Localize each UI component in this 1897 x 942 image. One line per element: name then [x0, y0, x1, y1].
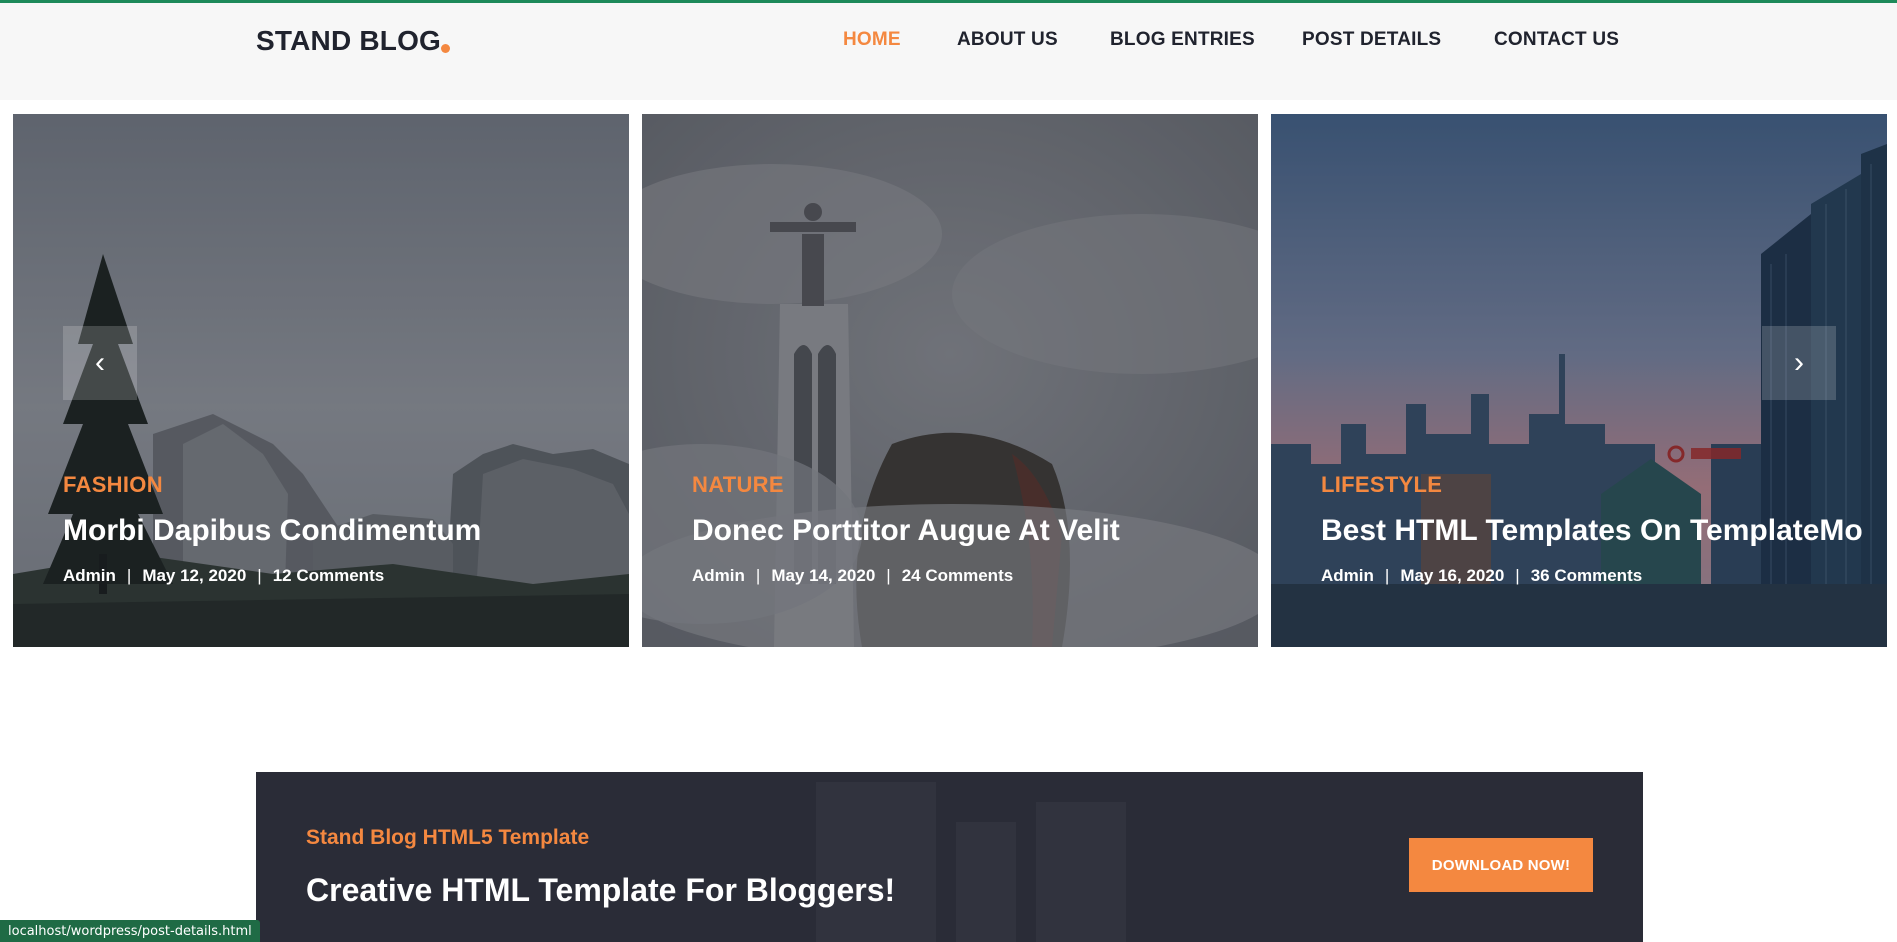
carousel-prev-button[interactable]: ‹ — [63, 326, 137, 400]
download-now-button[interactable]: Download Now! — [1409, 838, 1593, 892]
chevron-left-icon: ‹ — [95, 346, 105, 379]
post-date[interactable]: May 14, 2020 — [771, 566, 875, 585]
post-title[interactable]: Morbi Dapibus Condimentum — [63, 514, 629, 548]
chevron-right-icon: › — [1794, 346, 1804, 379]
post-author[interactable]: Admin — [1321, 566, 1374, 585]
meta-separator: | — [1384, 566, 1390, 585]
meta-separator: | — [126, 566, 132, 585]
post-date[interactable]: May 12, 2020 — [142, 566, 246, 585]
post-title[interactable]: Best HTML Templates On TemplateMo — [1321, 514, 1887, 548]
post-author[interactable]: Admin — [692, 566, 745, 585]
promo-banner: Stand Blog HTML5 Template Creative HTML … — [256, 772, 1643, 942]
nav-blog-entries[interactable]: Blog Entries — [1110, 29, 1255, 51]
post-text: Fashion Morbi Dapibus Condimentum Admin |… — [63, 472, 629, 586]
post-text: Lifestyle Best HTML Templates On Templat… — [1321, 472, 1887, 586]
meta-separator: | — [755, 566, 761, 585]
post-author[interactable]: Admin — [63, 566, 116, 585]
main-navigation: Home About Us Blog Entries Post Details … — [0, 29, 1897, 59]
meta-separator: | — [886, 566, 891, 585]
post-meta: Admin | May 16, 2020 | 36 Comments — [1321, 566, 1887, 586]
nav-post-details[interactable]: Post Details — [1302, 29, 1441, 51]
post-title[interactable]: Donec Porttitor Augue At Velit — [692, 514, 1258, 548]
post-date[interactable]: May 16, 2020 — [1400, 566, 1504, 585]
post-card-nature[interactable]: Nature Donec Porttitor Augue At Velit Ad… — [642, 114, 1258, 647]
banner-subtitle: Stand Blog HTML5 Template — [306, 826, 590, 849]
post-category[interactable]: Nature — [692, 472, 1258, 498]
meta-separator: | — [257, 566, 262, 585]
carousel-next-button[interactable]: › — [1762, 326, 1836, 400]
post-comments[interactable]: 12 Comments — [273, 566, 384, 585]
meta-separator: | — [1515, 566, 1520, 585]
post-meta: Admin | May 14, 2020 | 24 Comments — [692, 566, 1258, 586]
post-category[interactable]: Fashion — [63, 472, 629, 498]
nav-contact-us[interactable]: Contact Us — [1494, 29, 1619, 51]
banner-title: Creative HTML Template For Bloggers! — [306, 872, 896, 908]
site-header: STAND BLOG Home About Us Blog Entries Po… — [0, 3, 1897, 100]
post-comments[interactable]: 36 Comments — [1531, 566, 1642, 585]
nav-about-us[interactable]: About Us — [957, 29, 1058, 51]
post-meta: Admin | May 12, 2020 | 12 Comments — [63, 566, 629, 586]
post-text: Nature Donec Porttitor Augue At Velit Ad… — [692, 472, 1258, 586]
nav-home[interactable]: Home — [843, 29, 901, 51]
post-comments[interactable]: 24 Comments — [902, 566, 1013, 585]
browser-status-url: localhost/wordpress/post-details.html — [0, 920, 260, 942]
post-category[interactable]: Lifestyle — [1321, 472, 1887, 498]
featured-posts-carousel: Fashion Morbi Dapibus Condimentum Admin |… — [0, 114, 1897, 647]
